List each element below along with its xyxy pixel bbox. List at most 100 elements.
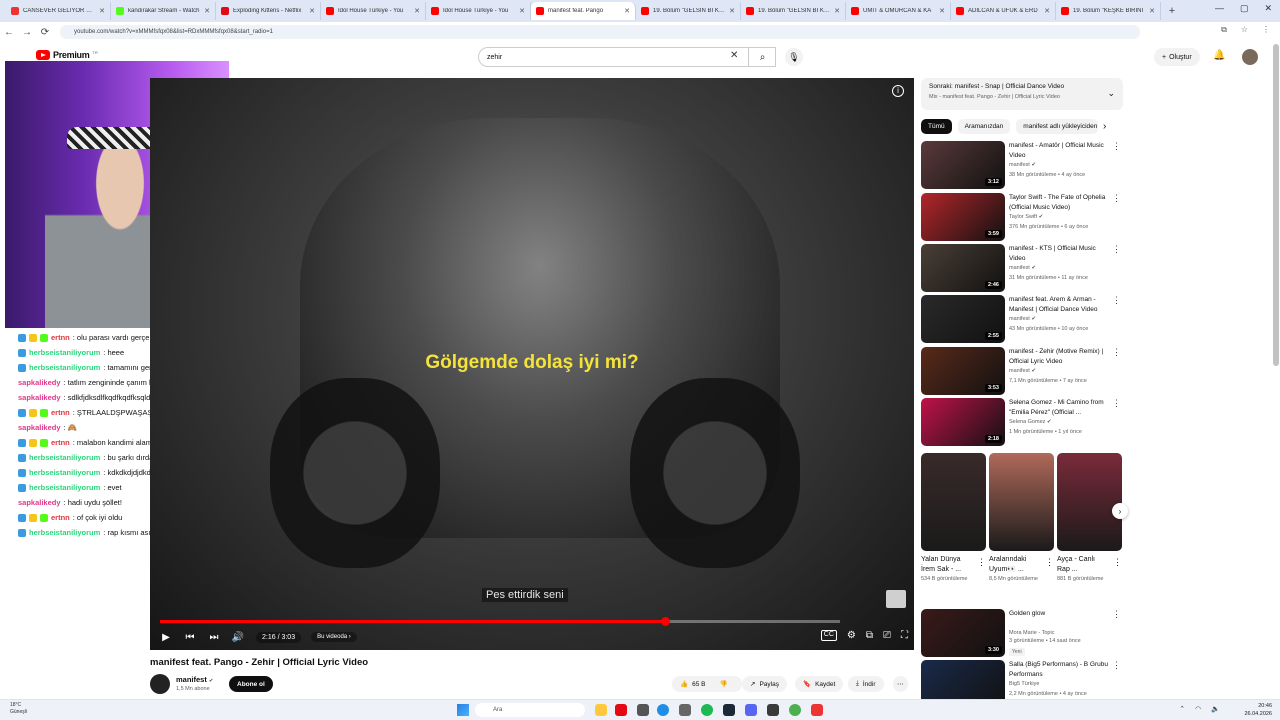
previous-icon[interactable]: ⏮ <box>178 632 202 643</box>
spotify-icon[interactable] <box>701 704 713 716</box>
browser-tab[interactable]: İdol House Türkiye - You ✕ <box>426 2 531 20</box>
tab-close-icon[interactable]: ✕ <box>1149 7 1155 15</box>
steam-icon[interactable] <box>723 704 735 716</box>
video-title[interactable]: manifest - Amatör | Official Music Video <box>1009 141 1109 161</box>
close-window-button[interactable]: ✕ <box>1264 3 1272 14</box>
channel-name[interactable]: manifest ✔ <box>176 675 213 684</box>
short-video[interactable]: Yalan Dünya İrem Sak - ... 534 B görüntü… <box>921 453 986 584</box>
scrubber-handle[interactable] <box>661 617 671 626</box>
more-options-icon[interactable]: ⋮ <box>1112 244 1121 255</box>
download-button[interactable]: ⤓ İndir <box>848 676 884 692</box>
speaker-icon[interactable]: 🔈 <box>1211 705 1220 713</box>
short-video[interactable]: Aralarındaki Uyum👀 ... 8,5 Mn görüntülem… <box>989 453 1054 584</box>
more-options-icon[interactable]: ⋮ <box>1113 557 1122 568</box>
bookmark-star-icon[interactable]: ☆ <box>1241 25 1248 35</box>
channel-watermark[interactable] <box>886 590 906 608</box>
video-title[interactable]: manifest - Zehir (Motive Remix) | Offici… <box>1009 347 1109 367</box>
weather-widget[interactable]: 18°C Güneşli <box>10 702 27 716</box>
youtube-logo[interactable]: Premium TR <box>36 50 98 60</box>
tab-close-icon[interactable]: ✕ <box>624 7 630 15</box>
more-options-icon[interactable]: ⋮ <box>1112 295 1121 306</box>
more-options-icon[interactable]: ⋮ <box>1112 141 1121 152</box>
tab-close-icon[interactable]: ✕ <box>939 7 945 15</box>
video-title[interactable]: Golden glow <box>1009 609 1109 619</box>
video-player[interactable]: i Gölgemde dolaş iyi mi? Pes ettirdik se… <box>150 78 914 650</box>
browser-tab[interactable]: CANSEVER GELİYOR GELİ ✕ <box>6 2 111 20</box>
tab-close-icon[interactable]: ✕ <box>204 7 210 15</box>
subscribe-button[interactable]: Abone ol <box>229 676 273 692</box>
video-thumbnail[interactable]: 2:55 <box>921 295 1005 343</box>
discord-icon[interactable] <box>745 704 757 716</box>
short-thumbnail[interactable] <box>989 453 1054 551</box>
create-button[interactable]: + Oluştur <box>1154 48 1200 66</box>
cast-icon[interactable]: ⎚ <box>883 630 891 641</box>
more-options-icon[interactable]: ⋮ <box>1045 557 1054 568</box>
recommended-video[interactable]: 3:12 manifest - Amatör | Official Music … <box>921 141 1123 189</box>
browser-tab[interactable]: kandırakar Stream - Watch ✕ <box>111 2 216 20</box>
url-bar[interactable]: youtube.com/watch?v=xMMMfsfqx08&list=RDx… <box>60 25 1140 39</box>
page-scrollbar[interactable] <box>1273 44 1279 366</box>
video-thumbnail[interactable]: 3:53 <box>921 347 1005 395</box>
browser-tab[interactable]: ÜMİT & OMURCAN & KA ✕ <box>846 2 951 20</box>
more-options-icon[interactable]: ⋮ <box>1112 347 1121 358</box>
channel-avatar[interactable] <box>150 674 170 694</box>
recommended-video[interactable]: 3:59 Taylor Swift - The Fate of Ophelia … <box>921 193 1123 241</box>
like-count[interactable]: 65 B <box>692 681 705 688</box>
info-icon[interactable]: i <box>892 85 904 97</box>
browser-tab[interactable]: Exploding Kittens - Netflix ✕ <box>216 2 321 20</box>
more-options-icon[interactable]: ⋮ <box>1112 398 1121 409</box>
account-avatar[interactable] <box>1242 49 1258 65</box>
tab-close-icon[interactable]: ✕ <box>414 7 420 15</box>
browser-tab[interactable]: manifest feat. Pango ✕ <box>531 2 636 20</box>
thumbs-down-icon[interactable]: 👎 <box>719 680 727 688</box>
more-options-icon[interactable]: ⋮ <box>1112 193 1121 204</box>
voice-search-button[interactable]: 🎙 <box>785 48 803 66</box>
tab-close-icon[interactable]: ✕ <box>729 7 735 15</box>
filter-chip[interactable]: Aramanızdan <box>957 119 1011 134</box>
calculator-icon[interactable] <box>679 704 691 716</box>
recommended-video[interactable]: 2:18 Selena Gomez - Mi Camino from "Emil… <box>921 398 1123 446</box>
thumbs-up-icon[interactable]: 👍 <box>680 680 688 688</box>
minimize-button[interactable]: — <box>1215 3 1224 14</box>
video-channel[interactable]: manifest ✔ <box>1009 316 1036 322</box>
save-button[interactable]: 🔖 Kaydet <box>795 676 844 692</box>
short-title[interactable]: Ayça - Canlı Rap ... <box>1057 555 1109 575</box>
video-channel[interactable]: manifest ✔ <box>1009 265 1036 271</box>
back-icon[interactable]: ← <box>0 27 18 38</box>
short-video[interactable]: Ayça - Canlı Rap ... 881 B görüntüleme ⋮ <box>1057 453 1122 584</box>
video-thumbnail[interactable]: 3:12 <box>921 141 1005 189</box>
search-button[interactable]: ⌕ <box>748 47 776 67</box>
filter-chip[interactable]: Tümü <box>921 119 952 134</box>
chapters-button[interactable]: Bu videoda › <box>311 632 357 642</box>
up-next-panel[interactable]: Sonraki: manifest - Snap | Official Danc… <box>921 78 1123 110</box>
forward-icon[interactable]: → <box>18 27 36 38</box>
play-icon[interactable]: ▶ <box>154 632 178 643</box>
video-channel[interactable]: manifest ✔ <box>1009 162 1036 168</box>
short-thumbnail[interactable] <box>1057 453 1122 551</box>
notifications-bell-icon[interactable]: 🔔 <box>1213 50 1225 61</box>
video-thumbnail[interactable]: 3:59 <box>921 193 1005 241</box>
tab-close-icon[interactable]: ✕ <box>834 7 840 15</box>
browser-tab[interactable]: İdol House Türkiye - You ✕ <box>321 2 426 20</box>
video-thumbnail[interactable]: 2:18 <box>921 398 1005 446</box>
progress-bar[interactable] <box>160 617 840 626</box>
chevron-down-icon[interactable]: ⌄ <box>1107 88 1115 99</box>
browser-tab[interactable]: 19. Bölüm "GELSİN Bİ KİŞİ ✕ <box>636 2 741 20</box>
volume-icon[interactable]: 🔊 <box>226 632 250 643</box>
video-channel[interactable]: Taylor Swift ✔ <box>1009 214 1043 220</box>
video-title[interactable]: manifest - KTS | Official Music Video <box>1009 244 1109 264</box>
video-channel[interactable]: Selena Gomez ✔ <box>1009 419 1052 425</box>
app-icon[interactable] <box>637 704 649 716</box>
browser-tab[interactable]: 19. Bölüm "GELSİN Bİ KİŞİ ✕ <box>741 2 846 20</box>
wifi-icon[interactable]: ◠ <box>1195 705 1201 713</box>
video-title[interactable]: Salla (Big5 Performans) - B Grubu Perfor… <box>1009 660 1109 680</box>
recommended-video[interactable]: 2:46 manifest - KTS | Official Music Vid… <box>921 244 1123 292</box>
filter-chip[interactable]: manifest adlı yükleyiciden <box>1016 119 1099 134</box>
tab-close-icon[interactable]: ✕ <box>309 7 315 15</box>
video-title[interactable]: Selena Gomez - Mi Camino from "Emilia Pé… <box>1009 398 1109 418</box>
video-channel[interactable]: Big5 Türkiye <box>1009 681 1039 687</box>
video-thumbnail[interactable]: 3:30 <box>921 609 1005 657</box>
clear-search-icon[interactable]: ✕ <box>730 50 738 61</box>
short-thumbnail[interactable] <box>921 453 986 551</box>
tab-close-icon[interactable]: ✕ <box>1044 7 1050 15</box>
